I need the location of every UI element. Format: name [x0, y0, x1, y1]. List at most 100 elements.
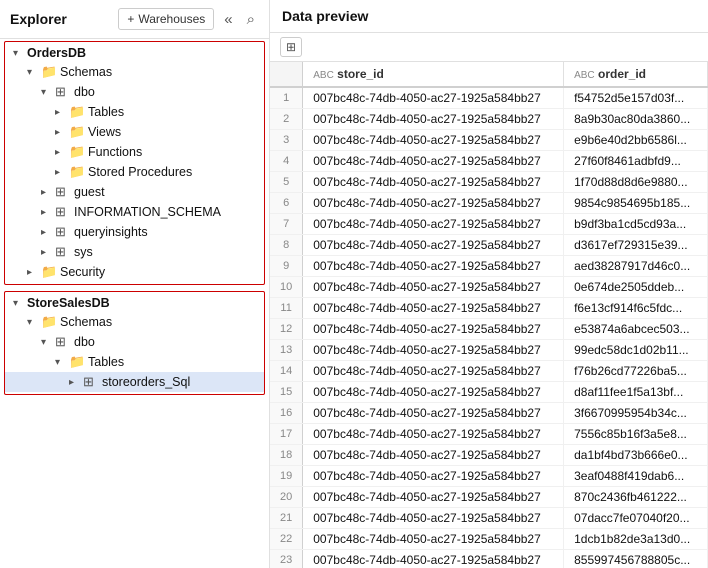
row-number-cell: 23 — [270, 550, 303, 568]
queryinsights-item[interactable]: ▸ ⊞ queryinsights — [5, 222, 264, 242]
stored-procedures-item[interactable]: ▸ 📁 Stored Procedures — [5, 162, 264, 182]
sys-label: sys — [74, 245, 93, 259]
table-row: 1 007bc48c-74db-4050-ac27-1925a584bb27 f… — [270, 87, 708, 109]
views-item[interactable]: ▸ 📁 Views — [5, 122, 264, 142]
chevron-right-icon: ▸ — [41, 187, 55, 198]
table-icon: ⊞ — [83, 374, 99, 390]
plus-icon: + — [127, 12, 134, 26]
chevron-down-icon: ▾ — [41, 337, 55, 348]
row-number-cell: 15 — [270, 382, 303, 403]
order-id-cell: aed38287917d46c0... — [564, 256, 708, 277]
row-number-cell: 3 — [270, 130, 303, 151]
ordersdb-section-inner: ▾ OrdersDB ▾ 📁 Schemas ▾ ⊞ dbo ▸ — [5, 42, 264, 284]
store-id-cell: 007bc48c-74db-4050-ac27-1925a584bb27 — [303, 403, 564, 424]
order-id-cell: 1dcb1b82de3a13d0... — [564, 529, 708, 550]
search-button[interactable]: ⌕ — [243, 9, 259, 30]
ordersdb-section: ▾ OrdersDB ▾ 📁 Schemas ▾ ⊞ dbo ▸ — [4, 41, 265, 285]
sidebar-content: ▾ OrdersDB ▾ 📁 Schemas ▾ ⊞ dbo ▸ — [0, 39, 269, 568]
order-id-cell: f54752d5e157d03f... — [564, 87, 708, 109]
main-panel: Data preview ⊞ ABC store_id ABC order_id — [270, 0, 708, 568]
table-row: 9 007bc48c-74db-4050-ac27-1925a584bb27 a… — [270, 256, 708, 277]
table-row: 23 007bc48c-74db-4050-ac27-1925a584bb27 … — [270, 550, 708, 568]
guest-label: guest — [74, 185, 105, 199]
store-id-cell: 007bc48c-74db-4050-ac27-1925a584bb27 — [303, 550, 564, 568]
schema-icon: ⊞ — [55, 204, 71, 220]
table-row: 11 007bc48c-74db-4050-ac27-1925a584bb27 … — [270, 298, 708, 319]
collapse-button[interactable]: « — [220, 9, 236, 30]
store-id-cell: 007bc48c-74db-4050-ac27-1925a584bb27 — [303, 319, 564, 340]
guest-item[interactable]: ▸ ⊞ guest — [5, 182, 264, 202]
folder-icon: 📁 — [69, 144, 85, 160]
dbo-item-storesalesdb[interactable]: ▾ ⊞ dbo — [5, 332, 264, 352]
functions-item[interactable]: ▸ 📁 Functions — [5, 142, 264, 162]
schema-icon: ⊞ — [55, 184, 71, 200]
row-number-cell: 5 — [270, 172, 303, 193]
order-id-cell: 870c2436fb461222... — [564, 487, 708, 508]
row-number-cell: 14 — [270, 361, 303, 382]
dbo-item-ordersdb[interactable]: ▾ ⊞ dbo — [5, 82, 264, 102]
row-number-cell: 20 — [270, 487, 303, 508]
data-preview-table-container[interactable]: ABC store_id ABC order_id 1 007bc48c-74d… — [270, 62, 708, 568]
tables-item-dbo-ordersdb[interactable]: ▸ 📁 Tables — [5, 102, 264, 122]
tables-label: Tables — [88, 105, 124, 119]
row-number-cell: 21 — [270, 508, 303, 529]
store-id-cell: 007bc48c-74db-4050-ac27-1925a584bb27 — [303, 130, 564, 151]
order-id-cell: 3eaf0488f419dab6... — [564, 466, 708, 487]
folder-icon: 📁 — [41, 264, 57, 280]
table-row: 5 007bc48c-74db-4050-ac27-1925a584bb27 1… — [270, 172, 708, 193]
table-row: 16 007bc48c-74db-4050-ac27-1925a584bb27 … — [270, 403, 708, 424]
chevron-down-icon: ▾ — [55, 357, 69, 368]
chevron-right-icon: ▸ — [41, 247, 55, 258]
store-id-cell: 007bc48c-74db-4050-ac27-1925a584bb27 — [303, 214, 564, 235]
row-number-cell: 13 — [270, 340, 303, 361]
chevron-right-icon: ▸ — [55, 147, 69, 158]
folder-icon: 📁 — [69, 354, 85, 370]
schemas-item-storesalesdb[interactable]: ▾ 📁 Schemas — [5, 312, 264, 332]
store-id-cell: 007bc48c-74db-4050-ac27-1925a584bb27 — [303, 277, 564, 298]
row-number-cell: 19 — [270, 466, 303, 487]
schemas-label-storesales: Schemas — [60, 315, 112, 329]
store-id-header: ABC store_id — [303, 62, 564, 87]
security-item[interactable]: ▸ 📁 Security — [5, 262, 264, 282]
ordersdb-item[interactable]: ▾ OrdersDB — [5, 44, 264, 62]
schemas-item-ordersdb[interactable]: ▾ 📁 Schemas — [5, 62, 264, 82]
grid-view-button[interactable]: ⊞ — [280, 37, 302, 57]
queryinsights-label: queryinsights — [74, 225, 148, 239]
sidebar-header: Explorer + Warehouses « ⌕ — [0, 0, 269, 39]
tables-item-storesalesdb[interactable]: ▾ 📁 Tables — [5, 352, 264, 372]
sys-item[interactable]: ▸ ⊞ sys — [5, 242, 264, 262]
storesalesdb-item[interactable]: ▾ StoreSalesDB — [5, 294, 264, 312]
storeorders-table-item[interactable]: ▸ ⊞ storeorders_Sql — [5, 372, 264, 392]
table-row: 13 007bc48c-74db-4050-ac27-1925a584bb27 … — [270, 340, 708, 361]
row-number-cell: 11 — [270, 298, 303, 319]
warehouses-button[interactable]: + Warehouses — [118, 8, 214, 30]
store-id-cell: 007bc48c-74db-4050-ac27-1925a584bb27 — [303, 298, 564, 319]
order-id-cell: f76b26cd77226ba5... — [564, 361, 708, 382]
table-row: 3 007bc48c-74db-4050-ac27-1925a584bb27 e… — [270, 130, 708, 151]
information-schema-item[interactable]: ▸ ⊞ INFORMATION_SCHEMA — [5, 202, 264, 222]
order-id-cell: e53874a6abcec503... — [564, 319, 708, 340]
order-id-cell: b9df3ba1cd5cd93a... — [564, 214, 708, 235]
chevron-down-icon: ▾ — [27, 317, 41, 328]
order-id-cell: 0e674de2505ddeb... — [564, 277, 708, 298]
table-body: 1 007bc48c-74db-4050-ac27-1925a584bb27 f… — [270, 87, 708, 568]
store-id-cell: 007bc48c-74db-4050-ac27-1925a584bb27 — [303, 193, 564, 214]
storeorders-label: storeorders_Sql — [102, 375, 190, 389]
store-id-cell: 007bc48c-74db-4050-ac27-1925a584bb27 — [303, 361, 564, 382]
chevron-right-icon: ▸ — [69, 377, 83, 388]
table-row: 6 007bc48c-74db-4050-ac27-1925a584bb27 9… — [270, 193, 708, 214]
order-id-cell: 9854c9854695b185... — [564, 193, 708, 214]
storesalesdb-section-inner: ▾ StoreSalesDB ▾ 📁 Schemas ▾ ⊞ dbo ▾ — [5, 292, 264, 394]
chevron-right-icon: ▸ — [55, 127, 69, 138]
tables-label-storesales: Tables — [88, 355, 124, 369]
security-label: Security — [60, 265, 105, 279]
table-row: 2 007bc48c-74db-4050-ac27-1925a584bb27 8… — [270, 109, 708, 130]
store-id-cell: 007bc48c-74db-4050-ac27-1925a584bb27 — [303, 235, 564, 256]
search-icon: ⌕ — [247, 11, 255, 28]
data-preview-toolbar: ⊞ — [270, 33, 708, 62]
folder-icon: 📁 — [41, 314, 57, 330]
schema-icon: ⊞ — [55, 244, 71, 260]
row-number-cell: 2 — [270, 109, 303, 130]
table-row: 21 007bc48c-74db-4050-ac27-1925a584bb27 … — [270, 508, 708, 529]
store-id-cell: 007bc48c-74db-4050-ac27-1925a584bb27 — [303, 466, 564, 487]
